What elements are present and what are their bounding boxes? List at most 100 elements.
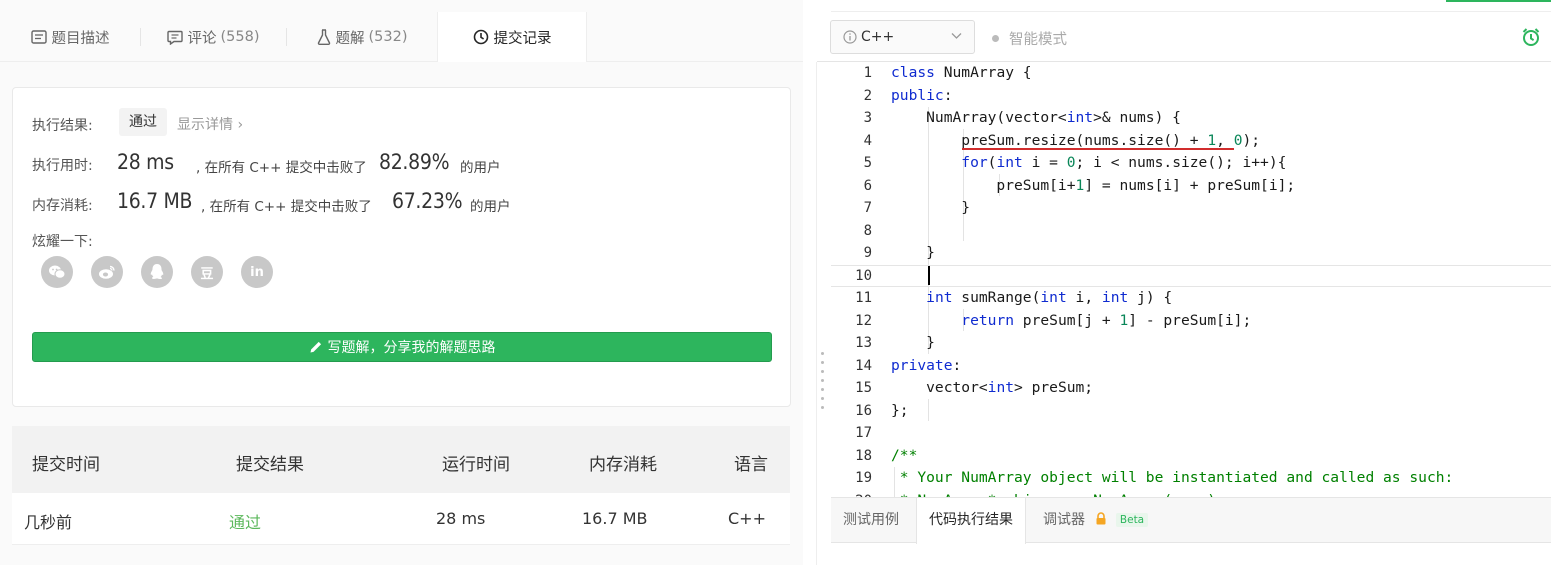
code-line[interactable]: 15 vector<int> preSum; (831, 377, 1551, 400)
lock-icon (1096, 512, 1106, 525)
line-number: 7 (863, 200, 872, 216)
code-text: /** (891, 446, 918, 464)
memory-label: 内存消耗: (32, 198, 93, 214)
wechat-icon[interactable] (41, 256, 73, 288)
code-text: class NumArray { (891, 64, 1032, 81)
tab-testcase[interactable]: 测试用例 (843, 498, 899, 543)
drag-handle-icon[interactable] (821, 352, 824, 415)
code-text: vector<int> preSum; (891, 379, 1094, 396)
tab-debugger[interactable]: 调试器 Beta (1043, 498, 1149, 543)
tab-label: 题解 (335, 30, 365, 47)
code-line[interactable]: 1 class NumArray { (831, 62, 1551, 85)
code-line[interactable]: 14 private: (831, 355, 1551, 378)
line-number: 4 (863, 132, 872, 149)
comment-icon (166, 30, 183, 45)
code-line[interactable]: 13 } (831, 332, 1551, 355)
header-language: 语言 (734, 455, 768, 475)
code-text: * Your NumArray object will be instantia… (891, 469, 1454, 486)
tab-solutions[interactable]: 题解 (532) (287, 12, 437, 62)
result-card: 执行结果: 通过 显示详情 › 执行用时: 28 ms , 在所有 C++ 提交… (12, 87, 791, 407)
code-line[interactable]: 20 * NumArray* obj = new NumArray(nums); (831, 490, 1551, 498)
code-line[interactable]: 8 (831, 220, 1551, 243)
code-line[interactable]: 19 * Your NumArray object will be instan… (831, 467, 1551, 490)
header-time: 提交时间 (32, 455, 100, 475)
code-text: } (891, 334, 935, 351)
code-line[interactable]: 6 preSum[i+1] = nums[i] + preSum[i]; (831, 175, 1551, 198)
line-number: 19 (855, 470, 872, 486)
header-runtime: 运行时间 (442, 455, 510, 475)
tab-count: (532) (368, 29, 408, 45)
code-text: private: (891, 356, 962, 374)
line-number: 20 (831, 490, 872, 498)
tab-count: (558) (220, 29, 260, 45)
code-line[interactable]: 2 public: (831, 85, 1551, 108)
line-number: 17 (855, 425, 872, 441)
cell-language: C++ (728, 509, 766, 528)
header-memory: 内存消耗 (589, 455, 657, 475)
code-editor[interactable]: 1 class NumArray { 2 public: 3 NumArray(ve… (831, 62, 1551, 497)
douban-glyph: 豆 (200, 266, 214, 282)
header-result: 提交结果 (236, 455, 304, 475)
line-number: 18 (855, 447, 872, 464)
linkedin-icon[interactable]: in (241, 256, 273, 288)
share-label: 炫耀一下: (32, 234, 93, 250)
status-dot-icon (992, 35, 999, 42)
current-line[interactable]: 10 (831, 264, 1551, 287)
language-value: C++ (861, 29, 895, 45)
smart-mode-toggle[interactable]: 智能模式 (992, 28, 1067, 49)
console-tabs: 测试用例 代码执行结果 调试器 Beta (831, 497, 1551, 544)
description-icon (30, 30, 47, 44)
pencil-icon (310, 341, 321, 353)
submissions-table: 提交时间 提交结果 运行时间 内存消耗 语言 几秒前 通过 28 ms 16.7… (12, 426, 790, 545)
language-select[interactable]: C++ (830, 20, 975, 54)
code-text: * NumArray* obj = new NumArray(nums); (891, 490, 1225, 498)
alarm-clock-icon[interactable] (1521, 27, 1541, 47)
code-text: int sumRange(int i, int j) { (926, 289, 1173, 306)
line-number: 10 (855, 267, 872, 284)
write-solution-label: 写题解，分享我的解题思路 (327, 340, 496, 356)
code-line[interactable]: 16}; (831, 400, 1551, 423)
code-line[interactable]: 7 } (831, 197, 1551, 220)
line-number: 2 (863, 87, 872, 104)
top-accent-line (1446, 0, 1551, 2)
line-number: 12 (855, 312, 872, 329)
tab-description[interactable]: 题目描述 (0, 12, 140, 62)
tab-submissions[interactable]: 提交记录 (437, 12, 587, 62)
code-line[interactable]: 17 (831, 422, 1551, 445)
table-row[interactable]: 几秒前 通过 28 ms 16.7 MB C++ (12, 493, 790, 545)
runtime-suffix: 的用户 (460, 160, 501, 176)
code-text: } (891, 244, 935, 261)
table-header: 提交时间 提交结果 运行时间 内存消耗 语言 (12, 426, 790, 493)
cell-memory: 16.7 MB (582, 509, 648, 528)
weibo-icon[interactable] (91, 256, 123, 288)
runtime-percent: 82.89% (379, 150, 450, 174)
show-details-link[interactable]: 显示详情 › (177, 114, 243, 134)
line-number: 11 (855, 290, 872, 306)
code-line[interactable]: 5 for(int i = 0; i < nums.size(); i++){ (831, 152, 1551, 175)
pane-splitter[interactable] (803, 0, 831, 565)
runtime-text: , 在所有 C++ 提交中击败了 (196, 160, 367, 176)
cell-result[interactable]: 通过 (229, 509, 261, 533)
tab-comments[interactable]: 评论 (558) (141, 12, 285, 62)
status-label: 执行结果: (32, 118, 93, 134)
code-line[interactable]: 3 NumArray(vector<int>& nums) { (831, 107, 1551, 130)
tab-run-result[interactable]: 代码执行结果 (916, 498, 1026, 544)
runtime-value: 28 ms (117, 150, 174, 174)
runtime-label: 执行用时: (32, 158, 93, 174)
code-line[interactable]: 12 return preSum[j + 1] - preSum[i]; (831, 310, 1551, 333)
code-text: NumArray(vector<int>& nums) { (891, 109, 1181, 126)
tab-label: 评论 (187, 30, 217, 47)
clock-icon (473, 29, 488, 45)
qq-icon[interactable] (141, 256, 173, 288)
line-number: 13 (855, 335, 872, 351)
memory-percent: 67.23% (392, 189, 463, 213)
code-line[interactable]: 18 /** (831, 445, 1551, 468)
code-text: return preSum[j + 1] - preSum[i]; (961, 311, 1252, 329)
code-line[interactable]: 11 int sumRange(int i, int j) { (831, 287, 1551, 310)
text-caret (928, 266, 930, 285)
code-line[interactable]: 9 } (831, 242, 1551, 265)
douban-icon[interactable]: 豆 (191, 256, 223, 288)
problem-tabs: 题目描述 评论 (558) 题解 (532) 提交记录 (0, 12, 810, 62)
code-text: }; (891, 401, 909, 419)
write-solution-button[interactable]: 写题解，分享我的解题思路 (32, 332, 772, 362)
